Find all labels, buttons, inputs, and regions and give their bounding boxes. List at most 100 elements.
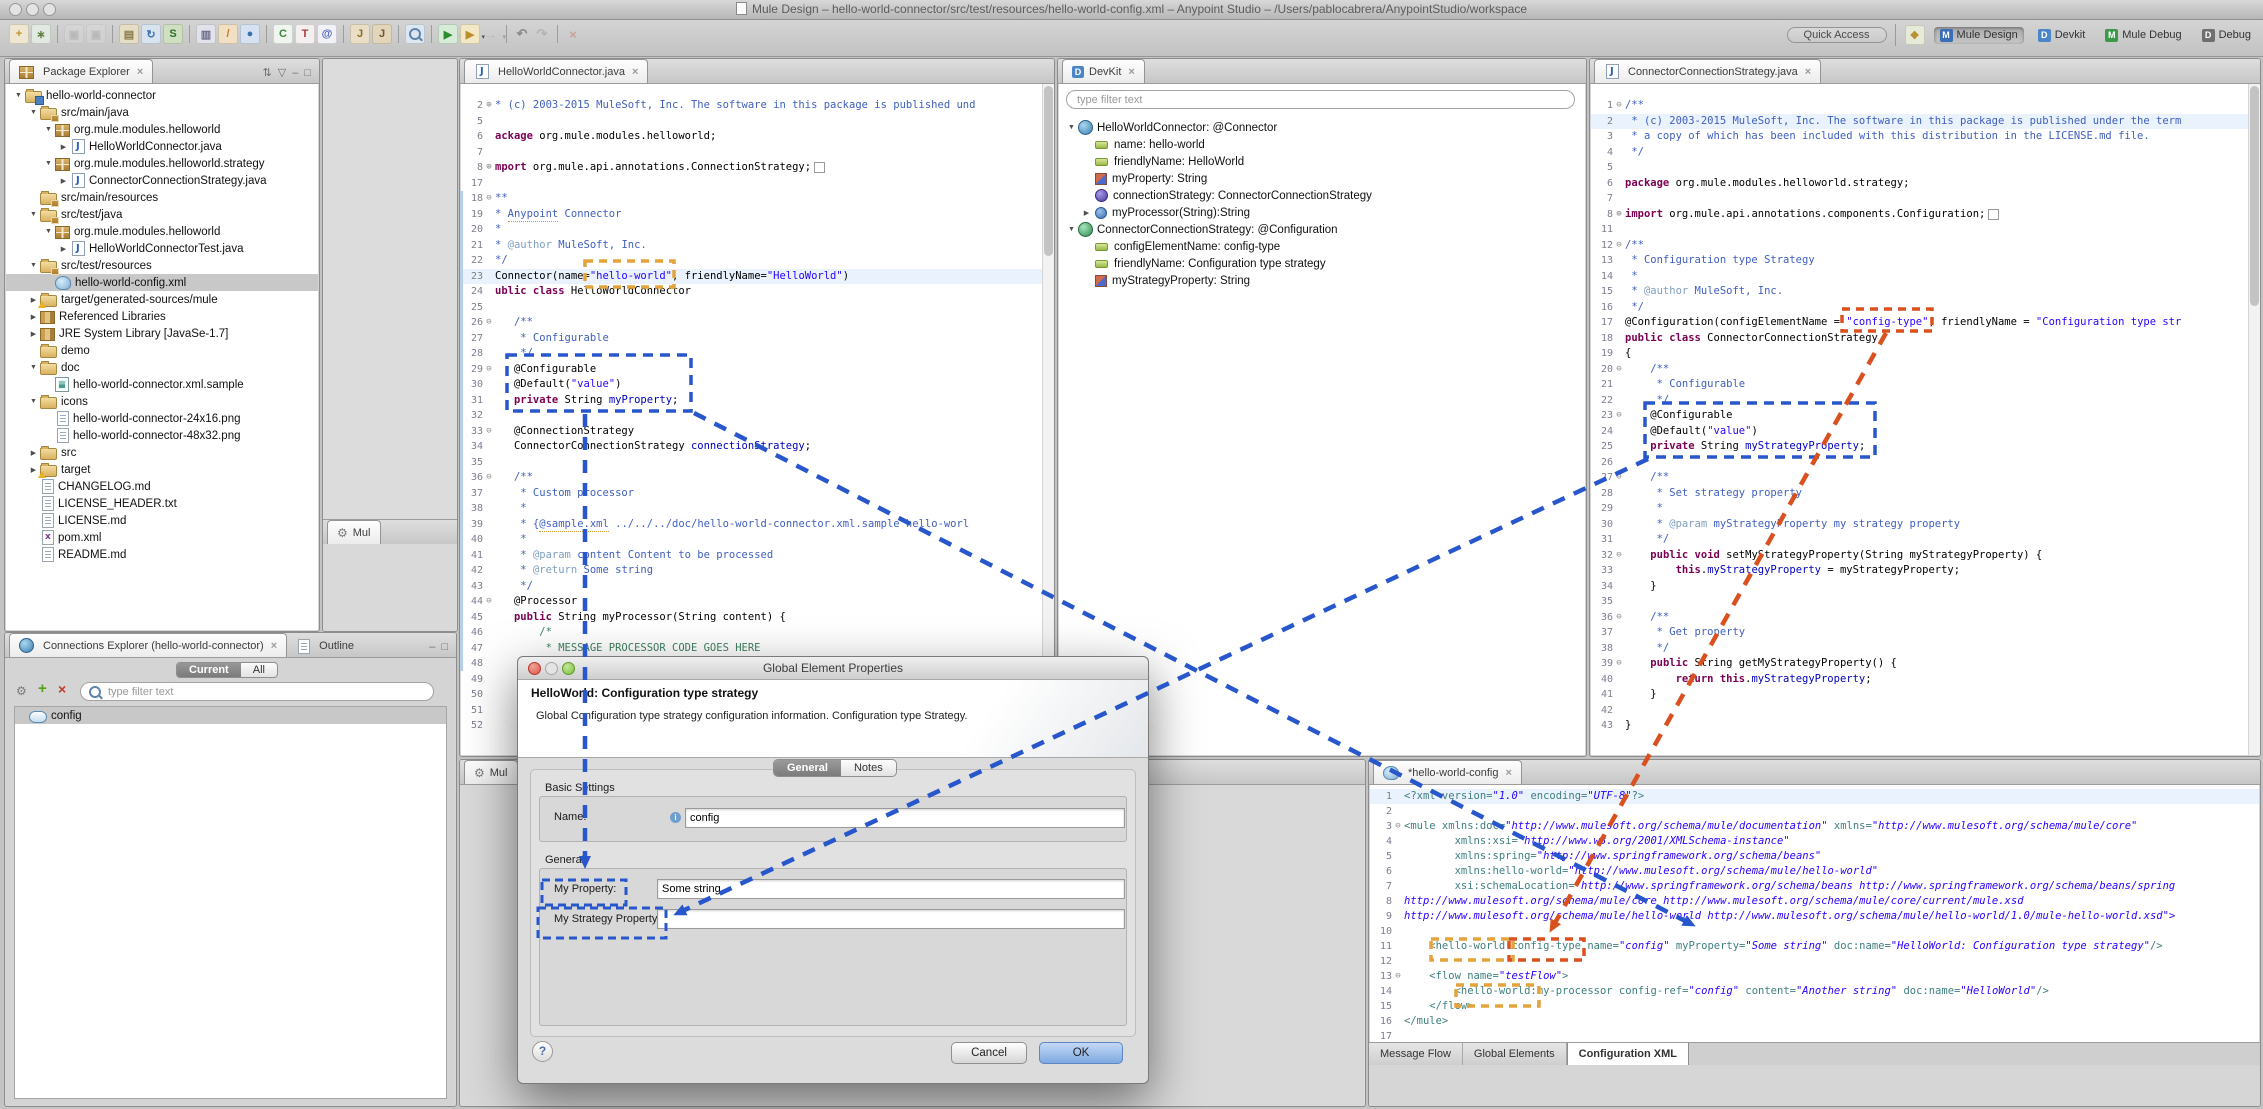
new-annotation-icon[interactable]: @ xyxy=(317,24,337,44)
code-line[interactable]: 28 */ xyxy=(461,346,1053,362)
code-line[interactable]: 36⊖ /** xyxy=(461,470,1053,486)
ok-button[interactable]: OK xyxy=(1039,1042,1123,1064)
anypoint-studio-icon[interactable]: S xyxy=(163,24,183,44)
code-line[interactable]: 5 xmlns:spring="http://www.springframewo… xyxy=(1370,849,2259,864)
tab-message-flow[interactable]: Message Flow xyxy=(1369,1043,1463,1065)
copy-resource-icon[interactable]: ▥ xyxy=(196,24,216,44)
fold-marker-icon[interactable]: ⊖ xyxy=(1613,98,1625,114)
code-line[interactable]: 40 return this.myStrategyProperty; xyxy=(1591,672,2259,688)
expand-arrow-icon[interactable]: ▶ xyxy=(57,177,70,185)
code-line[interactable]: 12 xyxy=(1370,954,2259,969)
code-line[interactable]: 6package org.mule.modules.helloworld.str… xyxy=(1591,176,2259,192)
vertical-scrollbar[interactable] xyxy=(1042,84,1054,755)
close-icon[interactable]: × xyxy=(1128,66,1134,78)
save-all-icon[interactable]: ▣ xyxy=(86,24,106,44)
code-line[interactable]: 19{ xyxy=(1591,346,2259,362)
scrollbar-thumb[interactable] xyxy=(2250,86,2259,306)
tree-item[interactable]: ▶src xyxy=(6,444,318,461)
code-line[interactable]: 13 * Configuration type Strategy xyxy=(1591,253,2259,269)
fold-marker-icon[interactable]: ⊖ xyxy=(1613,362,1625,378)
code-line[interactable]: 23⊖ @Configurable xyxy=(1591,408,2259,424)
code-line[interactable]: 15 * @author MuleSoft, Inc. xyxy=(1591,284,2259,300)
minimize-icon[interactable]: – xyxy=(429,641,435,653)
my-property-field[interactable] xyxy=(657,879,1125,899)
close-icon[interactable]: × xyxy=(632,66,638,78)
dialog-close-button[interactable] xyxy=(528,662,541,675)
import-jar-icon[interactable]: J xyxy=(350,24,370,44)
tree-item[interactable]: ▶HelloWorldConnectorTest.java xyxy=(6,240,318,257)
tab-package-explorer[interactable]: Package Explorer × xyxy=(9,59,153,83)
code-line[interactable]: 11 xyxy=(1591,222,2259,238)
tree-item[interactable]: myProperty: String xyxy=(1059,170,1585,187)
expand-arrow-icon[interactable]: ▼ xyxy=(27,262,40,269)
tree-item[interactable]: friendlyName: HelloWorld xyxy=(1059,153,1585,170)
nav-forward-icon[interactable]: →▾ xyxy=(482,25,500,43)
tree-item[interactable]: README.md xyxy=(6,546,318,563)
tree-item[interactable]: ▶Referenced Libraries xyxy=(6,308,318,325)
expand-arrow-icon[interactable]: ▼ xyxy=(42,228,55,235)
code-line[interactable]: 35 xyxy=(461,455,1053,471)
code-line[interactable]: 20* xyxy=(461,222,1053,238)
code-line[interactable]: 7 xyxy=(461,145,1053,161)
code-line[interactable]: 17@Configuration(configElementName = "co… xyxy=(1591,315,2259,331)
tree-item[interactable]: ▼ConnectorConnectionStrategy: @Configura… xyxy=(1059,221,1585,238)
tree-item[interactable]: hello-world-connector.xml.sample xyxy=(6,376,318,393)
fold-marker-icon[interactable]: ⊖ xyxy=(1392,819,1404,834)
tree-item[interactable]: name: hello-world xyxy=(1059,136,1585,153)
code-line[interactable]: 36⊖ /** xyxy=(1591,610,2259,626)
tab-mule-view[interactable]: ⚙ Mul xyxy=(327,520,381,544)
perspective-mule-design[interactable]: M Mule Design xyxy=(1934,27,2024,44)
code-line[interactable]: 33⊖ @ConnectionStrategy xyxy=(461,424,1053,440)
perspective-devkit[interactable]: D Devkit xyxy=(2032,27,2092,44)
code-line[interactable]: 14 * xyxy=(1591,269,2259,285)
print-icon[interactable]: ▤ xyxy=(119,24,139,44)
code-line[interactable]: 22 */ xyxy=(1591,393,2259,409)
tree-item[interactable]: configElementName: config-type xyxy=(1059,238,1585,255)
quick-access-button[interactable]: Quick Access xyxy=(1787,27,1887,43)
code-line[interactable]: 4 xmlns:xsi="http://www.w3.org/2001/XMLS… xyxy=(1370,834,2259,849)
code-line[interactable]: 43 */ xyxy=(461,579,1053,595)
code-line[interactable]: 34 ConnectorConnectionStrategy connectio… xyxy=(461,439,1053,455)
close-icon[interactable]: × xyxy=(1506,767,1512,779)
tree-item[interactable]: ▶target/generated-sources/mule xyxy=(6,291,318,308)
code-line[interactable]: 29⊖ @Configurable xyxy=(461,362,1053,378)
name-field[interactable] xyxy=(685,808,1125,828)
vertical-scrollbar[interactable] xyxy=(2248,84,2260,755)
maximize-icon[interactable]: □ xyxy=(441,641,448,653)
new-wizard-icon[interactable]: +▾ xyxy=(9,24,29,44)
tab-connections-explorer[interactable]: Connections Explorer (hello-world-connec… xyxy=(9,633,287,657)
tree-item[interactable]: LICENSE_HEADER.txt xyxy=(6,495,318,512)
tree-item[interactable]: ▼org.mule.modules.helloworld xyxy=(6,223,318,240)
perspective-mule-debug[interactable]: M Mule Debug xyxy=(2099,27,2187,44)
code-line[interactable]: 2⊕* (c) 2003-2015 MuleSoft, Inc. The sof… xyxy=(461,98,1053,114)
code-line[interactable]: 8⊕mport org.mule.api.annotations.Connect… xyxy=(461,160,1053,176)
code-line[interactable]: 37 * Get property xyxy=(1591,625,2259,641)
tab-connectorconnectionstrategy-java[interactable]: ConnectorConnectionStrategy.java × xyxy=(1594,59,1821,83)
run-last-icon[interactable]: ▶▾ xyxy=(460,24,480,44)
fold-marker-icon[interactable]: ⊖ xyxy=(1613,656,1625,672)
code-line[interactable]: 46 /* xyxy=(461,625,1053,641)
close-icon[interactable]: × xyxy=(271,640,277,652)
redo-icon[interactable]: ↷ xyxy=(533,25,551,43)
tree-item[interactable]: myStrategyProperty: String xyxy=(1059,272,1585,289)
code-line[interactable]: 3⊖<mule xmlns:doc="http://www.mulesoft.o… xyxy=(1370,819,2259,834)
collapse-all-icon[interactable]: ⇅ xyxy=(263,66,272,79)
tab-outline[interactable]: Outline xyxy=(287,635,363,657)
code-line[interactable]: 27⊖ /** xyxy=(1591,470,2259,486)
update-web-icon[interactable]: ● xyxy=(240,24,260,44)
expand-arrow-icon[interactable]: ▼ xyxy=(42,126,55,133)
code-line[interactable]: 44⊖ @Processor xyxy=(461,594,1053,610)
code-line[interactable]: 31 private String myProperty; xyxy=(461,393,1053,409)
code-line[interactable]: 1<?xml version="1.0" encoding="UTF-8"?> xyxy=(1370,789,2259,804)
dialog-minimize-button[interactable] xyxy=(545,662,558,675)
expand-arrow-icon[interactable]: ▼ xyxy=(1065,226,1078,233)
code-line[interactable]: 15 </flow> xyxy=(1370,999,2259,1014)
view-menu-icon[interactable]: ▽ xyxy=(278,66,286,79)
tab-notes[interactable]: Notes xyxy=(841,760,896,776)
fold-marker-icon[interactable]: ⊖ xyxy=(1613,470,1625,486)
connections-filter-input[interactable] xyxy=(106,685,425,699)
list-item-config[interactable]: config xyxy=(15,707,446,724)
expand-arrow-icon[interactable]: ▼ xyxy=(42,160,55,167)
code-line[interactable]: 30 * @param myStrategyProperty my strate… xyxy=(1591,517,2259,533)
tree-item[interactable]: demo xyxy=(6,342,318,359)
